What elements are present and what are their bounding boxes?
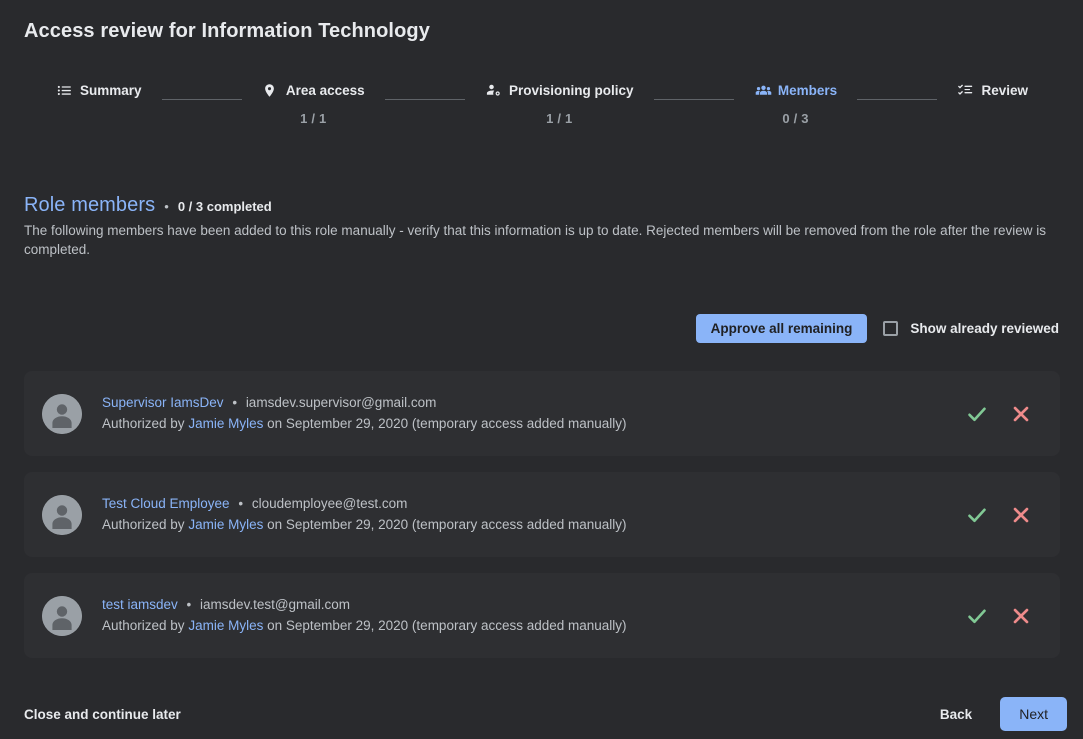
member-separator: • [186,597,192,612]
check-icon [965,402,989,426]
reject-member-button[interactable] [1008,603,1034,629]
location-pin-icon [262,82,279,99]
step-count-members: 0 / 3 [782,111,809,126]
step-label-review: Review [981,82,1029,98]
step-label-provisioning-policy: Provisioning policy [509,82,634,98]
member-row: Supervisor IamsDev • iamsdev.supervisor@… [24,371,1060,456]
stepper-connector-1 [161,99,242,100]
member-separator: • [238,496,244,511]
member-row-actions [964,603,1034,629]
footer-nav-buttons: Back Next [932,697,1067,731]
step-area-access[interactable]: Area access 1 / 1 [262,78,365,126]
check-icon [965,503,989,527]
manage-accounts-icon [485,82,502,99]
member-list: Supervisor IamsDev • iamsdev.supervisor@… [24,371,1060,674]
authorizer-link[interactable]: Jamie Myles [188,618,263,633]
authorizer-link[interactable]: Jamie Myles [188,416,263,431]
member-name-link[interactable]: Test Cloud Employee [102,496,230,511]
close-and-continue-later-link[interactable]: Close and continue later [24,707,181,722]
member-identity-line: test iamsdev • iamsdev.test@gmail.com [102,595,964,615]
member-authorization-line: Authorized by Jamie Myles on September 2… [102,616,964,636]
member-row-actions [964,502,1034,528]
step-provisioning-policy[interactable]: Provisioning policy 1 / 1 [485,78,634,126]
approve-all-remaining-button[interactable]: Approve all remaining [695,314,868,343]
member-row: Test Cloud Employee • cloudemployee@test… [24,472,1060,557]
close-x-icon [1010,504,1032,526]
step-members[interactable]: Members 0 / 3 [754,78,837,126]
section-separator-dot: • [164,199,169,214]
member-email: iamsdev.supervisor@gmail.com [245,395,437,410]
access-review-page: Access review for Information Technology… [0,0,1083,739]
people-group-icon [754,82,772,99]
member-authorization-line: Authorized by Jamie Myles on September 2… [102,414,964,434]
approve-member-button[interactable] [964,603,990,629]
authorizer-link[interactable]: Jamie Myles [188,517,263,532]
checklist-icon [957,82,974,99]
person-avatar-icon [42,595,82,636]
approve-member-button[interactable] [964,401,990,427]
wizard-footer: Close and continue later Back Next [0,689,1083,739]
member-row: test iamsdev • iamsdev.test@gmail.com Au… [24,573,1060,658]
back-button[interactable]: Back [932,701,980,728]
reject-member-button[interactable] [1008,502,1034,528]
section-progress-text: 0 / 3 completed [177,199,272,214]
step-count-area-access: 1 / 1 [300,111,327,126]
progress-stepper: Summary Area access 1 / 1 Provisioning p… [56,78,1028,130]
list-icon [56,82,73,99]
step-label-summary: Summary [80,82,142,98]
page-title: Access review for Information Technology [24,20,430,42]
stepper-connector-4 [857,99,938,100]
member-details: test iamsdev • iamsdev.test@gmail.com Au… [102,595,964,636]
auth-suffix-text: on September 29, 2020 (temporary access … [263,416,627,431]
approve-member-button[interactable] [964,502,990,528]
step-count-provisioning-policy: 1 / 1 [546,111,573,126]
member-email: cloudemployee@test.com [251,496,408,511]
close-x-icon [1010,605,1032,627]
member-separator: • [232,395,238,410]
show-already-reviewed-label: Show already reviewed [910,321,1059,336]
person-avatar-icon [42,494,82,535]
section-description: The following members have been added to… [24,223,1046,257]
member-authorization-line: Authorized by Jamie Myles on September 2… [102,515,964,535]
members-action-bar: Approve all remaining Show already revie… [695,314,1059,343]
close-x-icon [1010,403,1032,425]
auth-prefix-text: Authorized by [102,416,189,431]
step-label-members: Members [777,82,838,98]
show-already-reviewed-checkbox[interactable] [883,321,899,336]
auth-prefix-text: Authorized by [102,517,189,532]
member-details: Supervisor IamsDev • iamsdev.supervisor@… [102,393,964,434]
reject-member-button[interactable] [1008,401,1034,427]
member-details: Test Cloud Employee • cloudemployee@test… [102,494,964,535]
show-already-reviewed-toggle[interactable]: Show already reviewed [883,321,1059,336]
step-summary[interactable]: Summary [56,78,142,111]
stepper-connector-3 [653,99,734,100]
step-label-area-access: Area access [285,82,365,98]
check-icon [965,604,989,628]
person-avatar-icon [42,393,82,434]
next-button[interactable]: Next [1000,697,1067,731]
member-identity-line: Supervisor IamsDev • iamsdev.supervisor@… [102,393,964,413]
member-email: iamsdev.test@gmail.com [200,597,351,612]
stepper-connector-2 [384,99,466,100]
auth-suffix-text: on September 29, 2020 (temporary access … [263,517,627,532]
member-row-actions [964,401,1034,427]
step-review[interactable]: Review [957,78,1028,111]
member-name-link[interactable]: Supervisor IamsDev [102,395,224,410]
auth-prefix-text: Authorized by [102,618,189,633]
member-name-link[interactable]: test iamsdev [102,597,178,612]
auth-suffix-text: on September 29, 2020 (temporary access … [263,618,627,633]
member-identity-line: Test Cloud Employee • cloudemployee@test… [102,494,964,514]
section-title: Role members [24,194,156,216]
section-header: Role members • 0 / 3 completed [24,194,272,217]
